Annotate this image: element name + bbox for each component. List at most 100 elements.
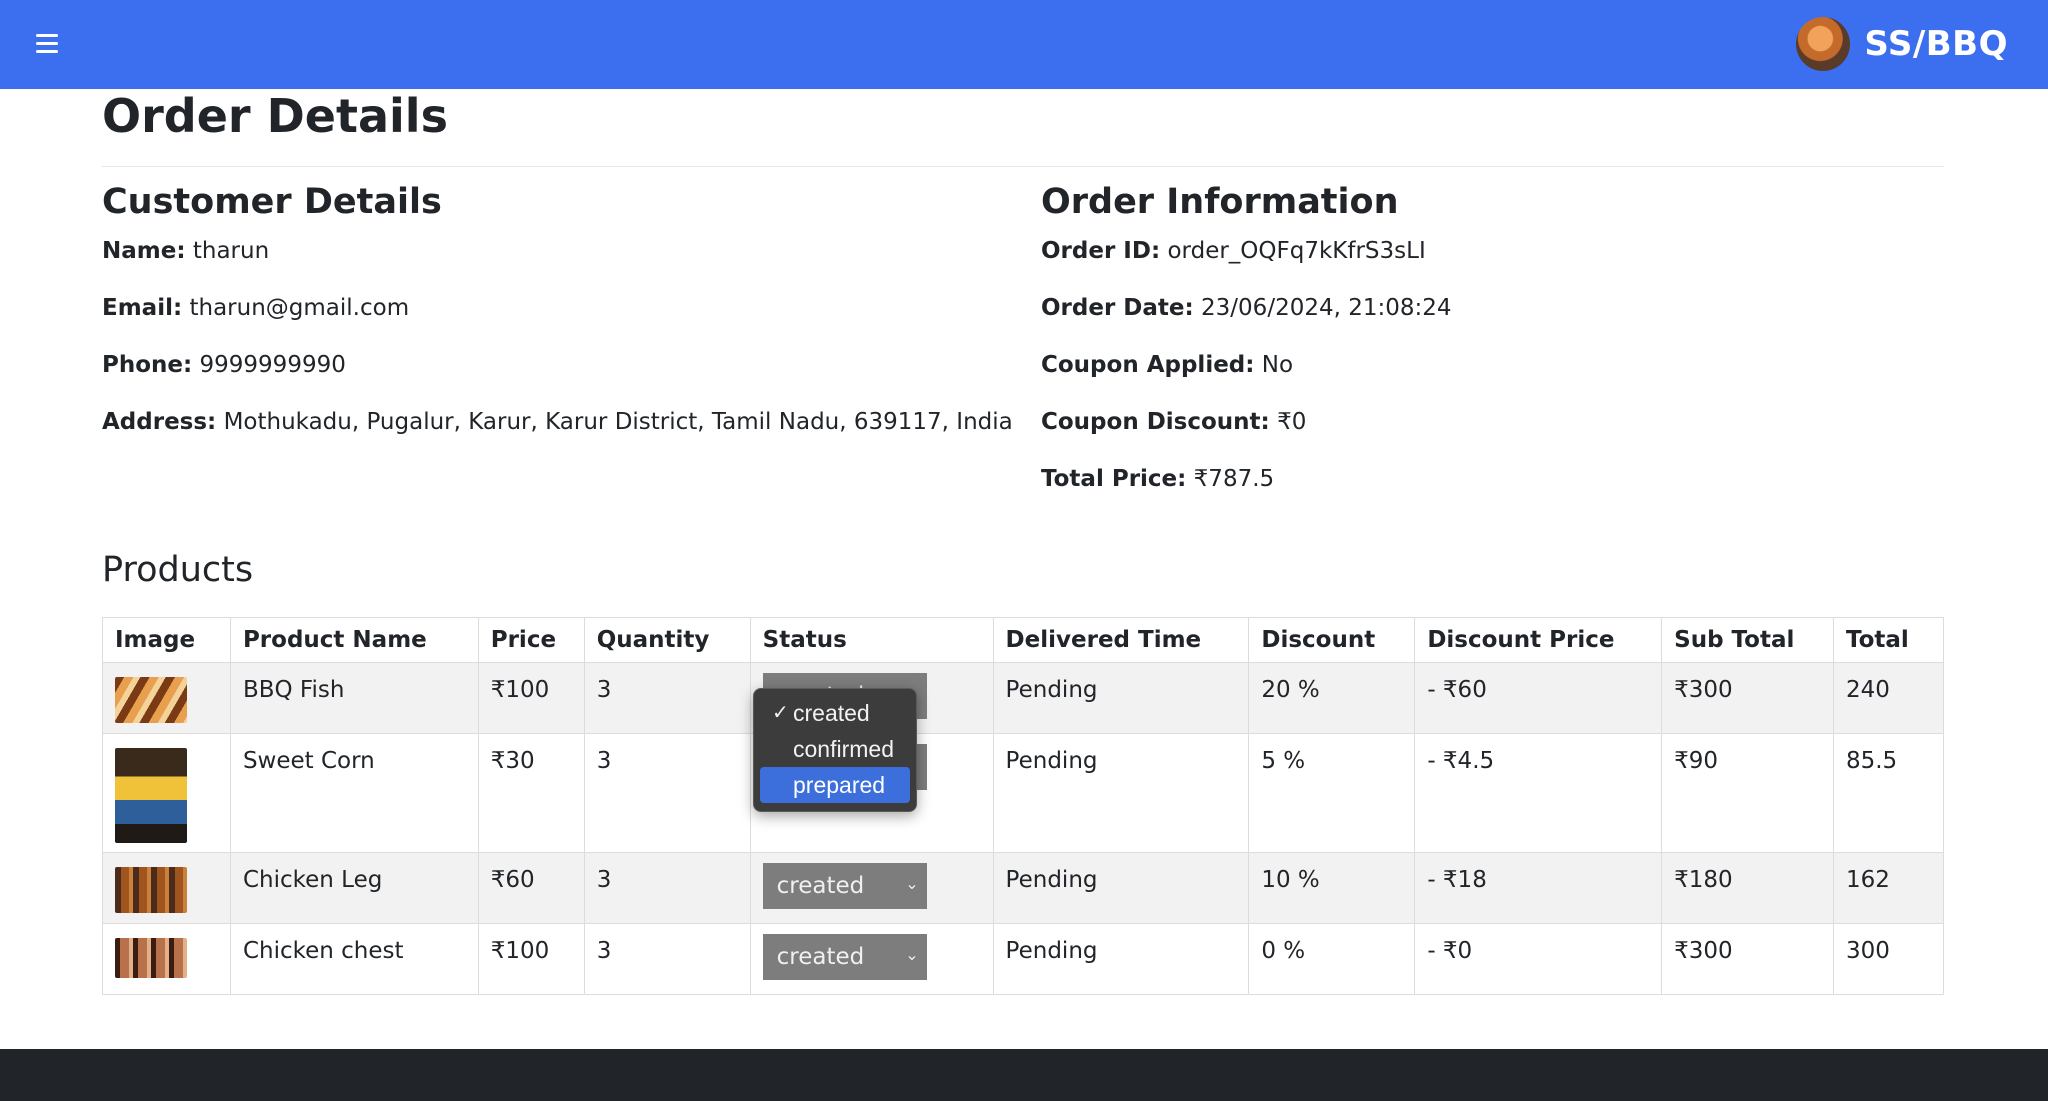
column-header: Total	[1832, 617, 1945, 663]
discount-price: - ₹60	[1414, 662, 1663, 734]
status-select[interactable]: created ⌄	[762, 934, 927, 980]
column-header: Discount	[1248, 617, 1416, 663]
image-cell	[102, 923, 231, 995]
products-heading: Products	[102, 550, 254, 590]
customer-email-row: Email: tharun@gmail.com	[102, 293, 409, 323]
detail-value: 9999999990	[199, 352, 346, 378]
product-name: BBQ Fish	[229, 662, 479, 734]
quantity: 3	[583, 852, 751, 924]
product-name: Sweet Corn	[229, 733, 479, 853]
sub-total: ₹180	[1661, 852, 1834, 924]
price: ₹60	[477, 852, 585, 924]
image-cell	[102, 662, 231, 734]
table-row: BBQ Fish ₹100 3 created⌄ Pending 20 % - …	[102, 662, 1945, 734]
detail-label: Order ID:	[1041, 238, 1161, 264]
hamburger-menu-icon[interactable]	[36, 34, 58, 54]
detail-label: Name:	[102, 238, 186, 264]
status-cell: created ⌄	[749, 852, 994, 924]
column-header: Discount Price	[1414, 617, 1663, 663]
sub-total: ₹300	[1661, 923, 1834, 995]
price: ₹100	[477, 923, 585, 995]
sub-total: ₹90	[1661, 733, 1834, 853]
column-header: Delivered Time	[992, 617, 1250, 663]
column-header: Price	[477, 617, 585, 663]
image-cell	[102, 733, 231, 853]
table-header-row: Image Product Name Price Quantity Status…	[102, 617, 1945, 663]
status-select[interactable]: created ⌄	[762, 863, 927, 909]
detail-label: Coupon Discount:	[1041, 409, 1270, 435]
status-cell: created ⌄	[749, 923, 994, 995]
column-header: Quantity	[583, 617, 751, 663]
detail-value: tharun	[192, 238, 270, 264]
delivered-time: Pending	[992, 662, 1250, 734]
sub-total: ₹300	[1661, 662, 1834, 734]
customer-details: Customer Details Name: tharun Email: tha…	[102, 181, 1013, 435]
option-label: confirmed	[793, 736, 894, 762]
detail-value: No	[1261, 352, 1294, 378]
status-option-prepared[interactable]: prepared	[760, 767, 910, 803]
customer-name-row: Name: tharun	[102, 236, 269, 266]
chevron-down-icon: ⌄	[905, 874, 919, 893]
total: 240	[1832, 662, 1945, 734]
detail-label: Coupon Applied:	[1041, 352, 1255, 378]
discount-price: - ₹0	[1414, 923, 1663, 995]
title-divider	[102, 166, 1944, 167]
detail-value: ₹0	[1277, 409, 1307, 435]
quantity: 3	[583, 733, 751, 853]
order-date-row: Order Date: 23/06/2024, 21:08:24	[1041, 293, 1452, 323]
chicken-leg-image	[115, 867, 187, 913]
order-id-row: Order ID: order_OQFq7kKfrS3sLI	[1041, 236, 1426, 266]
total: 162	[1832, 852, 1945, 924]
column-header: Sub Total	[1661, 617, 1834, 663]
discount: 10 %	[1248, 852, 1416, 924]
price: ₹100	[477, 662, 585, 734]
table-row: Sweet Corn ₹30 3 created⌄ Pending 5 % - …	[102, 733, 1945, 853]
table-row: Chicken chest ₹100 3 created ⌄ Pending 0 …	[102, 923, 1945, 995]
coupon-applied-row: Coupon Applied: No	[1041, 350, 1293, 380]
quantity: 3	[583, 923, 751, 995]
chicken-chest-image	[115, 938, 187, 978]
brand-name: SS/BBQ	[1864, 24, 2008, 64]
brand[interactable]: SS/BBQ	[1796, 14, 2008, 74]
detail-value: 23/06/2024, 21:08:24	[1201, 295, 1452, 321]
column-header: Product Name	[229, 617, 479, 663]
option-label: prepared	[793, 772, 886, 798]
discount: 5 %	[1248, 733, 1416, 853]
detail-label: Address:	[102, 409, 217, 435]
detail-label: Order Date:	[1041, 295, 1194, 321]
bbq-fish-image	[115, 677, 187, 723]
delivered-time: Pending	[992, 852, 1250, 924]
discount-price: - ₹4.5	[1414, 733, 1663, 853]
option-label: created	[793, 700, 870, 726]
status-dropdown-menu: ✓ created confirmed prepared	[753, 688, 917, 812]
top-navbar: SS/BBQ	[0, 0, 2048, 89]
discount: 0 %	[1248, 923, 1416, 995]
total: 85.5	[1832, 733, 1945, 853]
chevron-down-icon: ⌄	[905, 945, 919, 964]
detail-value: tharun@gmail.com	[189, 295, 410, 321]
column-header: Image	[102, 617, 231, 663]
order-information-heading: Order Information	[1041, 182, 1399, 222]
detail-value: order_OQFq7kKfrS3sLI	[1167, 238, 1426, 264]
column-header: Status	[749, 617, 994, 663]
page-title: Order Details	[102, 89, 448, 143]
detail-label: Total Price:	[1041, 466, 1187, 492]
image-cell	[102, 852, 231, 924]
products-table: Image Product Name Price Quantity Status…	[102, 617, 1945, 995]
status-option-created[interactable]: ✓ created	[760, 695, 910, 731]
delivered-time: Pending	[992, 733, 1250, 853]
status-value: created	[776, 873, 865, 899]
detail-value: ₹787.5	[1193, 466, 1275, 492]
status-value: created	[776, 944, 865, 970]
total-price-row: Total Price: ₹787.5	[1041, 464, 1274, 494]
checkmark-icon: ✓	[772, 702, 789, 724]
customer-address-row: Address: Mothukadu, Pugalur, Karur, Karu…	[102, 407, 1013, 437]
sweet-corn-image	[115, 748, 187, 843]
detail-label: Email:	[102, 295, 183, 321]
brand-logo-icon	[1796, 17, 1851, 71]
product-name: Chicken chest	[229, 923, 479, 995]
product-name: Chicken Leg	[229, 852, 479, 924]
total: 300	[1832, 923, 1945, 995]
coupon-discount-row: Coupon Discount: ₹0	[1041, 407, 1306, 437]
status-option-confirmed[interactable]: confirmed	[760, 731, 910, 767]
